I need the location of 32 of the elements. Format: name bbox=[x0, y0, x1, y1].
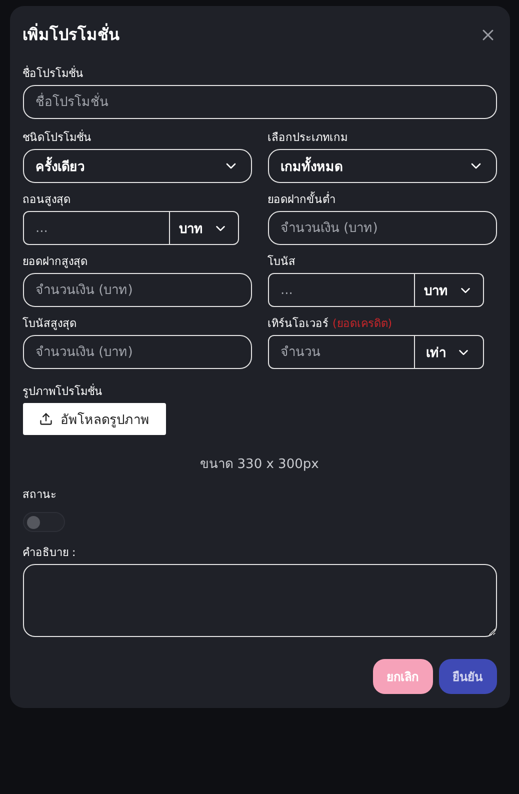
confirm-button[interactable]: ยืนยัน bbox=[438, 659, 496, 694]
field-label: เทิร์นโอเวอร์ (ยอดเครดิต) bbox=[268, 317, 394, 331]
field-label: เลือกประเภทเกม bbox=[268, 131, 348, 145]
field-label: ชื่อโปรโมชั่น bbox=[22, 67, 84, 81]
description-field[interactable] bbox=[22, 564, 496, 637]
field-label: ถอนสูงสุด bbox=[22, 193, 72, 207]
dialog-title: เพิ่มโปรโมชั่น bbox=[22, 22, 120, 46]
field-label: ยอดฝากขั้นต่ำ bbox=[268, 193, 336, 207]
unit-dropdown[interactable]: บาท bbox=[414, 274, 482, 306]
upload-button[interactable]: อัพโหลดรูปภาพ bbox=[22, 403, 166, 435]
unit-dropdown[interactable]: บาท bbox=[170, 212, 238, 244]
status-toggle[interactable] bbox=[22, 512, 64, 532]
size-hint: ขนาด 330 x 300px bbox=[199, 456, 320, 474]
unit-dropdown[interactable]: เท่า bbox=[414, 336, 482, 368]
field-label: รูปภาพโปรโมชั่น bbox=[22, 385, 104, 399]
input-field[interactable]: จำนวนเงิน (บาท) bbox=[22, 335, 252, 369]
field-label: โบนัส bbox=[268, 255, 296, 269]
input-field[interactable]: ชื่อโปรโมชั่น bbox=[22, 85, 496, 119]
dropdown[interactable]: ครั้งเดียว bbox=[22, 149, 252, 183]
input-field[interactable]: จำนวนเงิน (บาท) bbox=[268, 211, 496, 245]
field-note: (ยอดเครดิต) bbox=[332, 317, 392, 330]
field-label: ชนิดโปรโมชั่น bbox=[22, 131, 92, 145]
field-label: คำอธิบาย : bbox=[22, 546, 77, 560]
field-label: โบนัสสูงสุด bbox=[22, 317, 78, 331]
field-label: สถานะ bbox=[22, 488, 58, 502]
amount-field[interactable]: ... บาท bbox=[268, 273, 484, 307]
input-field[interactable]: จำนวนเงิน (บาท) bbox=[22, 273, 252, 307]
amount-field[interactable]: ... บาท bbox=[22, 211, 238, 245]
amount-field[interactable]: จำนวน เท่า bbox=[268, 335, 484, 369]
upload-icon bbox=[38, 412, 52, 426]
dropdown[interactable]: เกมทั้งหมด bbox=[268, 149, 496, 183]
field-label: ยอดฝากสูงสุด bbox=[22, 255, 88, 269]
